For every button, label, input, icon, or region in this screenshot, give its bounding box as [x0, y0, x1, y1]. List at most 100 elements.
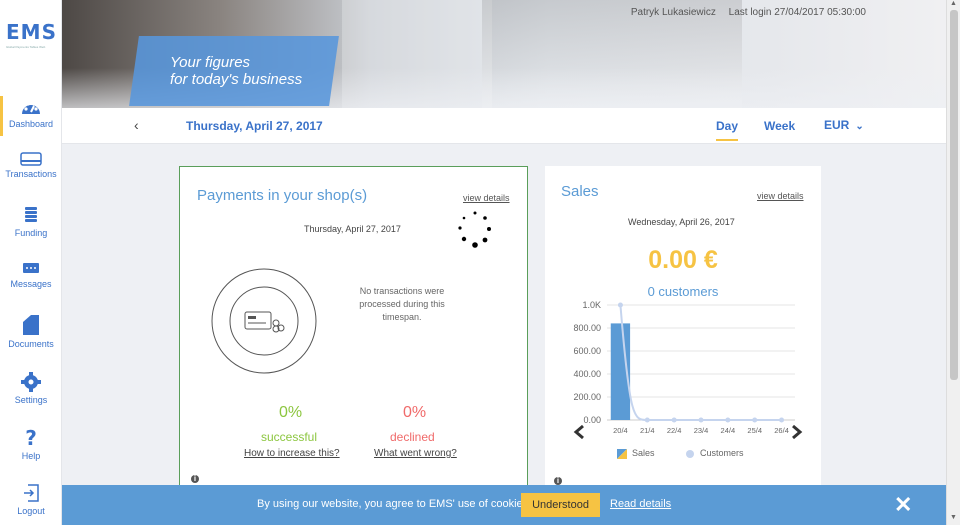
y-tick-label: 0.00 — [583, 415, 601, 425]
customers-point — [779, 417, 785, 423]
currency-select[interactable]: EUR ⌄ — [824, 118, 864, 132]
scroll-thumb[interactable] — [950, 10, 958, 380]
gear-icon — [21, 372, 41, 392]
sidebar-item-transactions[interactable]: Transactions — [0, 152, 62, 179]
read-details-link[interactable]: Read details — [610, 498, 671, 510]
card-icon — [20, 152, 42, 166]
x-tick-label: 23/4 — [694, 426, 709, 435]
declined-label: declined — [390, 430, 435, 444]
logo-subtitle: Global Payments Tables Web — [6, 45, 46, 49]
legend-sales[interactable]: Sales — [617, 448, 655, 459]
sidebar-item-help[interactable]: ? Help — [0, 428, 62, 461]
sales-info-icon[interactable]: i — [554, 477, 562, 485]
scroll-up-icon[interactable]: ▲ — [950, 0, 957, 7]
sidebar-label-help: Help — [21, 451, 41, 461]
logo-text: EMS — [6, 20, 57, 44]
x-tick-label: 26/4 — [774, 426, 789, 435]
user-name[interactable]: Patryk Lukasiewicz — [631, 7, 716, 18]
sidebar-label-transactions: Transactions — [5, 169, 57, 179]
y-tick-label: 600.00 — [573, 346, 601, 356]
loading-spinner-icon — [458, 211, 491, 248]
chart-next-icon[interactable] — [792, 424, 803, 440]
last-login: Last login 27/04/2017 05:30:00 — [728, 7, 866, 18]
customers-point — [617, 302, 623, 308]
info-icon[interactable]: i — [191, 475, 199, 483]
understood-button[interactable]: Understood — [521, 493, 600, 517]
legend-customers-label: Customers — [700, 448, 744, 458]
coins-icon — [25, 207, 37, 222]
scroll-down-icon[interactable]: ▼ — [950, 514, 957, 521]
x-tick-label: 21/4 — [640, 426, 655, 435]
tagline-line-1: Your figures — [170, 54, 251, 71]
dashboard-icon — [22, 102, 40, 114]
cookie-message: By using our website, you agree to EMS' … — [257, 498, 532, 510]
customers-point — [671, 417, 677, 423]
payments-title: Payments in your shop(s) — [197, 187, 368, 204]
hero-banner: Your figures for today's business Patryk… — [62, 0, 946, 108]
customers-point — [725, 417, 731, 423]
legend-customers-swatch — [686, 449, 694, 458]
chart-prev-icon[interactable] — [573, 424, 584, 440]
x-tick-label: 22/4 — [667, 426, 682, 435]
user-info: Patryk Lukasiewicz Last login 27/04/2017… — [621, 7, 866, 18]
logo[interactable]: EMS Global Payments Tables Web — [6, 20, 58, 49]
successful-label: successful — [261, 430, 318, 444]
tagline-line-2: for today's business — [170, 71, 303, 88]
sidebar-label-documents: Documents — [8, 339, 54, 349]
tab-week[interactable]: Week — [764, 119, 795, 133]
question-icon: ? — [25, 428, 37, 448]
customers-point — [698, 417, 704, 423]
x-tick-label: 24/4 — [721, 426, 736, 435]
payments-card: Payments in your shop(s) view details Th… — [179, 166, 528, 496]
no-transactions-message: No transactions were processed during th… — [359, 286, 445, 322]
legend-sales-label: Sales — [632, 448, 655, 458]
date-bar: ‹ Thursday, April 27, 2017 Day Week EUR ⌄ — [62, 108, 946, 144]
y-tick-label: 200.00 — [573, 392, 601, 402]
current-date[interactable]: Thursday, April 27, 2017 — [186, 119, 323, 133]
sidebar-item-documents[interactable]: Documents — [0, 314, 62, 349]
sales-chart: 0.00 200.00 400.00 600.00 800.00 1.0K 20/4 21/4… — [573, 300, 803, 440]
sidebar-item-messages[interactable]: Messages — [0, 262, 62, 289]
currency-value: EUR — [824, 118, 850, 132]
y-tick-label: 400.00 — [573, 369, 601, 379]
sidebar-item-settings[interactable]: Settings — [0, 372, 62, 405]
tagline: Your figures for today's business — [170, 54, 302, 88]
payments-date: Thursday, April 27, 2017 — [304, 224, 401, 234]
sidebar-label-messages: Messages — [10, 279, 52, 289]
sidebar-label-funding: Funding — [14, 228, 48, 238]
svg-text:?: ? — [25, 428, 37, 448]
sidebar-label-logout: Logout — [17, 506, 45, 516]
increase-help-link[interactable]: How to increase this? — [244, 448, 340, 459]
payment-ring — [211, 268, 317, 374]
y-tick-label: 1.0K — [582, 300, 601, 310]
x-tick-label: 25/4 — [747, 426, 762, 435]
document-icon — [23, 315, 39, 335]
tab-day[interactable]: Day — [716, 119, 739, 141]
previous-date-icon[interactable]: ‹ — [134, 117, 139, 133]
legend-sales-swatch — [617, 448, 627, 459]
sidebar-label-dashboard: Dashboard — [8, 119, 54, 129]
scrollbar[interactable]: ▲ ▼ — [946, 0, 960, 525]
x-tick-label: 20/4 — [613, 426, 628, 435]
chevron-down-icon: ⌄ — [855, 121, 864, 132]
successful-percent: 0% — [279, 404, 303, 421]
sidebar-item-funding[interactable]: Funding — [0, 205, 62, 238]
customers-point — [644, 417, 650, 423]
close-icon[interactable]: ✕ — [894, 492, 912, 518]
message-icon — [23, 263, 39, 273]
legend-customers[interactable]: Customers — [685, 448, 744, 459]
cookie-banner: By using our website, you agree to EMS' … — [62, 485, 946, 525]
customers-point — [752, 417, 758, 423]
declined-help-link[interactable]: What went wrong? — [374, 448, 457, 459]
sales-card: Sales view details Wednesday, April 26, … — [545, 166, 821, 496]
payments-view-details-link[interactable]: view details — [463, 193, 510, 203]
sidebar-item-dashboard[interactable]: Dashboard — [0, 98, 62, 129]
declined-percent: 0% — [403, 404, 427, 421]
sidebar: EMS Global Payments Tables Web Dashboard… — [0, 0, 62, 525]
customers-line — [619, 304, 782, 421]
y-tick-label: 800.00 — [573, 323, 601, 333]
card-payment-icon — [244, 311, 285, 333]
logout-icon — [24, 484, 39, 502]
sidebar-item-logout[interactable]: Logout — [0, 483, 62, 516]
sidebar-label-settings: Settings — [14, 395, 48, 405]
